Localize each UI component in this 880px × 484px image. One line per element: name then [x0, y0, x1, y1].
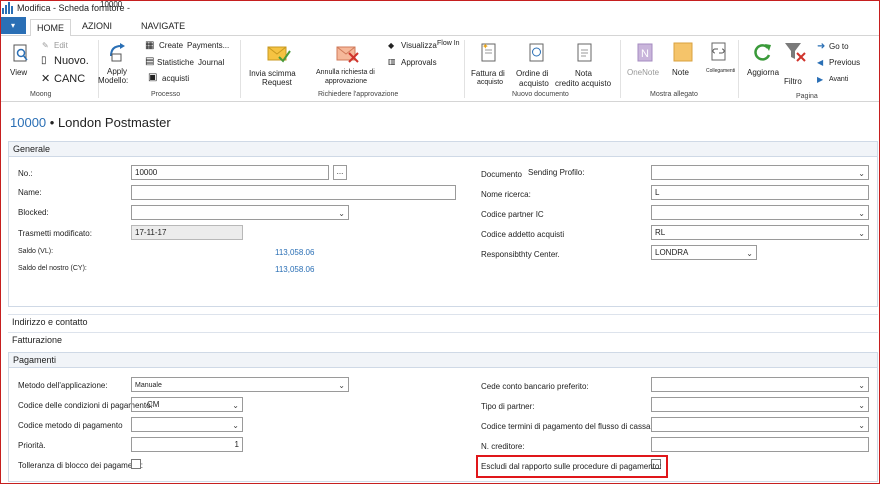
window-frame: [0, 0, 880, 484]
